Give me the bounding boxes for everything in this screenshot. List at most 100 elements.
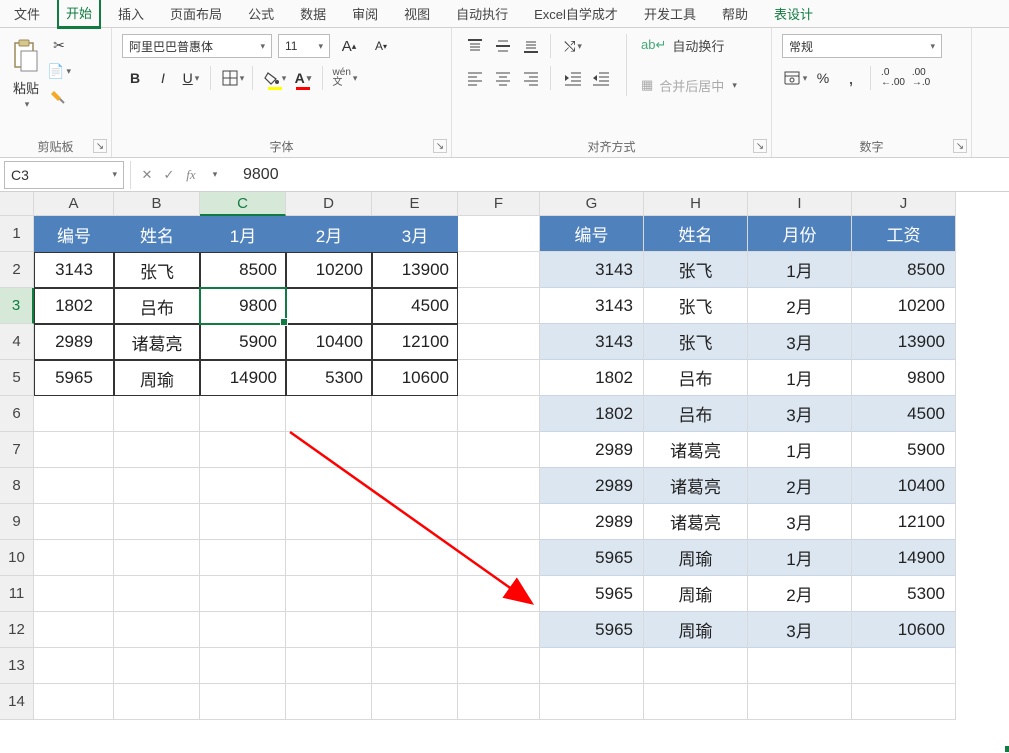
t1-cell-r3-c4[interactable]: 4500 [372,288,458,324]
cell-A13[interactable] [34,648,114,684]
cell-C8[interactable] [200,468,286,504]
tab-3[interactable]: 页面布局 [162,0,230,27]
row-header-11[interactable]: 11 [0,576,34,612]
row-header-13[interactable]: 13 [0,648,34,684]
cell-D11[interactable] [286,576,372,612]
t2-cell-r9-c1[interactable]: 诸葛亮 [644,504,748,540]
cancel-formula-button[interactable]: ✕ [137,167,157,183]
increase-indent-button[interactable] [588,66,614,90]
cell-F10[interactable] [458,540,540,576]
cell-E7[interactable] [372,432,458,468]
t2-cell-r2-c1[interactable]: 张飞 [644,252,748,288]
cell-F3[interactable] [458,288,540,324]
align-right-button[interactable] [518,66,544,90]
tab-7[interactable]: 视图 [396,0,438,27]
t2-cell-r5-c2[interactable]: 1月 [748,360,852,396]
t2-cell-r6-c1[interactable]: 吕布 [644,396,748,432]
number-launcher[interactable]: ↘ [953,139,967,153]
t1-cell-r3-c3[interactable] [286,288,372,324]
t1-header-0[interactable]: 编号 [34,216,114,252]
row-header-5[interactable]: 5 [0,360,34,396]
accept-formula-button[interactable]: ✓ [159,167,179,183]
cut-button[interactable]: ✂ [48,34,70,56]
t2-cell-r3-c3[interactable]: 10200 [852,288,956,324]
cell-B6[interactable] [114,396,200,432]
row-header-6[interactable]: 6 [0,396,34,432]
col-header-G[interactable]: G [540,192,644,216]
t2-cell-r11-c1[interactable]: 周瑜 [644,576,748,612]
tab-6[interactable]: 审阅 [344,0,386,27]
align-bottom-button[interactable] [518,34,544,58]
cell-E10[interactable] [372,540,458,576]
decrease-decimal-button[interactable]: .00→.0 [908,66,934,90]
cell-A8[interactable] [34,468,114,504]
t2-cell-r9-c3[interactable]: 12100 [852,504,956,540]
t2-cell-r10-c3[interactable]: 14900 [852,540,956,576]
tab-1[interactable]: 开始 [58,0,100,28]
t2-cell-r8-c1[interactable]: 诸葛亮 [644,468,748,504]
row-header-12[interactable]: 12 [0,612,34,648]
t2-header-0[interactable]: 编号 [540,216,644,252]
cell-J13[interactable] [852,648,956,684]
t1-header-2[interactable]: 1月 [200,216,286,252]
t1-cell-r4-c0[interactable]: 2989 [34,324,114,360]
cell-A10[interactable] [34,540,114,576]
t2-cell-r12-c1[interactable]: 周瑜 [644,612,748,648]
t2-cell-r5-c1[interactable]: 吕布 [644,360,748,396]
t1-cell-r4-c3[interactable]: 10400 [286,324,372,360]
cell-D8[interactable] [286,468,372,504]
row-header-1[interactable]: 1 [0,216,34,252]
cell-F1[interactable] [458,216,540,252]
cell-D13[interactable] [286,648,372,684]
col-header-A[interactable]: A [34,192,114,216]
t2-cell-r2-c2[interactable]: 1月 [748,252,852,288]
cell-C9[interactable] [200,504,286,540]
tab-9[interactable]: Excel自学成才 [526,0,626,27]
cell-C7[interactable] [200,432,286,468]
t1-header-3[interactable]: 2月 [286,216,372,252]
cell-C11[interactable] [200,576,286,612]
comma-button[interactable]: , [838,66,864,90]
t1-cell-r2-c2[interactable]: 8500 [200,252,286,288]
t2-cell-r7-c3[interactable]: 5900 [852,432,956,468]
cell-C14[interactable] [200,684,286,720]
cell-A14[interactable] [34,684,114,720]
cell-E11[interactable] [372,576,458,612]
cell-E6[interactable] [372,396,458,432]
t2-cell-r2-c0[interactable]: 3143 [540,252,644,288]
cell-C6[interactable] [200,396,286,432]
copy-button[interactable]: 📄▾ [48,60,70,82]
t2-cell-r9-c0[interactable]: 2989 [540,504,644,540]
t2-cell-r3-c2[interactable]: 2月 [748,288,852,324]
t2-cell-r12-c2[interactable]: 3月 [748,612,852,648]
cell-C13[interactable] [200,648,286,684]
t2-cell-r5-c0[interactable]: 1802 [540,360,644,396]
t2-header-2[interactable]: 月份 [748,216,852,252]
orientation-button[interactable]: ⤭▾ [560,34,586,58]
t2-cell-r8-c0[interactable]: 2989 [540,468,644,504]
percent-button[interactable]: % [810,66,836,90]
cell-F2[interactable] [458,252,540,288]
cell-A6[interactable] [34,396,114,432]
italic-button[interactable]: I [150,66,176,90]
cell-C12[interactable] [200,612,286,648]
tab-0[interactable]: 文件 [6,0,48,27]
cell-G14[interactable] [540,684,644,720]
formula-input[interactable]: 9800 [231,158,1009,191]
cell-B7[interactable] [114,432,200,468]
cell-F9[interactable] [458,504,540,540]
cell-D7[interactable] [286,432,372,468]
font-color-button[interactable]: A▾ [290,66,316,90]
t1-cell-r5-c4[interactable]: 10600 [372,360,458,396]
cell-A12[interactable] [34,612,114,648]
clipboard-launcher[interactable]: ↘ [93,139,107,153]
t2-cell-r5-c3[interactable]: 9800 [852,360,956,396]
row-header-14[interactable]: 14 [0,684,34,720]
font-name-select[interactable]: 阿里巴巴普惠体▾ [122,34,272,58]
t2-cell-r10-c2[interactable]: 1月 [748,540,852,576]
cell-F4[interactable] [458,324,540,360]
col-header-B[interactable]: B [114,192,200,216]
alignment-launcher[interactable]: ↘ [753,139,767,153]
t2-header-3[interactable]: 工资 [852,216,956,252]
tab-10[interactable]: 开发工具 [636,0,704,27]
